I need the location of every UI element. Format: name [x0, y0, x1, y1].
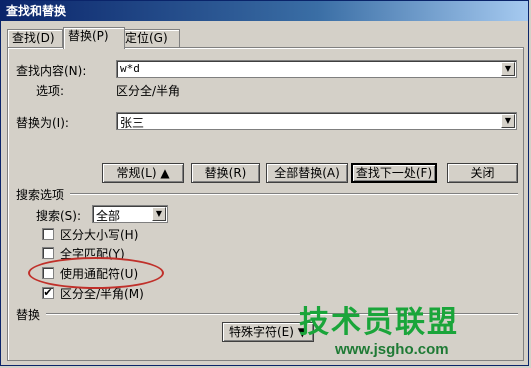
tab-replace-label: 替换(P): [68, 29, 109, 43]
search-options-heading: 搜索选项: [16, 188, 65, 202]
annotation-ellipse: [28, 257, 164, 289]
window-title: 查找和替换: [6, 4, 67, 18]
match-case-label: 区分大小写(H): [60, 228, 139, 242]
tab-goto-label: 定位(G): [125, 31, 168, 45]
replace-with-label: 替换为(I):: [16, 116, 69, 130]
whole-word-checkbox[interactable]: [42, 247, 54, 259]
find-what-combo[interactable]: w*d ▼: [116, 60, 517, 78]
find-replace-dialog: 查找和替换 查找(D) 替换(P) 定位(G) 查找内容(N): w*d ▼ 选…: [0, 0, 529, 366]
replace-button[interactable]: 替换(R): [191, 163, 260, 183]
search-direction-label: 搜索(S):: [36, 209, 82, 223]
options-label: 选项:: [36, 84, 65, 98]
search-direction-select[interactable]: 全部 ▼: [92, 205, 168, 223]
match-case-checkbox[interactable]: [42, 228, 54, 240]
watermark-logo: 技术员联盟: [299, 305, 459, 340]
search-direction-value: 全部: [96, 209, 121, 223]
tab-find[interactable]: 查找(D): [7, 29, 63, 47]
group-divider: [70, 193, 518, 195]
find-what-label: 查找内容(N):: [16, 64, 87, 78]
replace-with-combo[interactable]: 张三 ▼: [116, 112, 517, 130]
match-width-checkbox[interactable]: ✔: [42, 287, 54, 299]
find-what-value: w*d: [120, 62, 140, 75]
close-button[interactable]: 关闭: [447, 163, 518, 183]
options-value: 区分全/半角: [116, 84, 181, 98]
watermark-url: www.jsgho.com: [335, 341, 449, 358]
chevron-down-icon[interactable]: ▼: [501, 62, 515, 76]
chevron-down-icon[interactable]: ▼: [152, 207, 166, 221]
title-bar[interactable]: 查找和替换: [1, 1, 528, 21]
more-less-button[interactable]: 常规(L) ▲: [102, 163, 184, 183]
find-next-button[interactable]: 查找下一处(F): [351, 163, 437, 183]
chevron-down-icon[interactable]: ▼: [501, 114, 515, 128]
tab-goto[interactable]: 定位(G): [120, 29, 180, 47]
replace-group-heading: 替换: [16, 308, 41, 322]
replace-all-button[interactable]: 全部替换(A): [266, 163, 348, 183]
replace-with-value: 张三: [120, 116, 145, 130]
tab-replace[interactable]: 替换(P): [63, 27, 125, 49]
tab-find-label: 查找(D): [12, 31, 55, 45]
